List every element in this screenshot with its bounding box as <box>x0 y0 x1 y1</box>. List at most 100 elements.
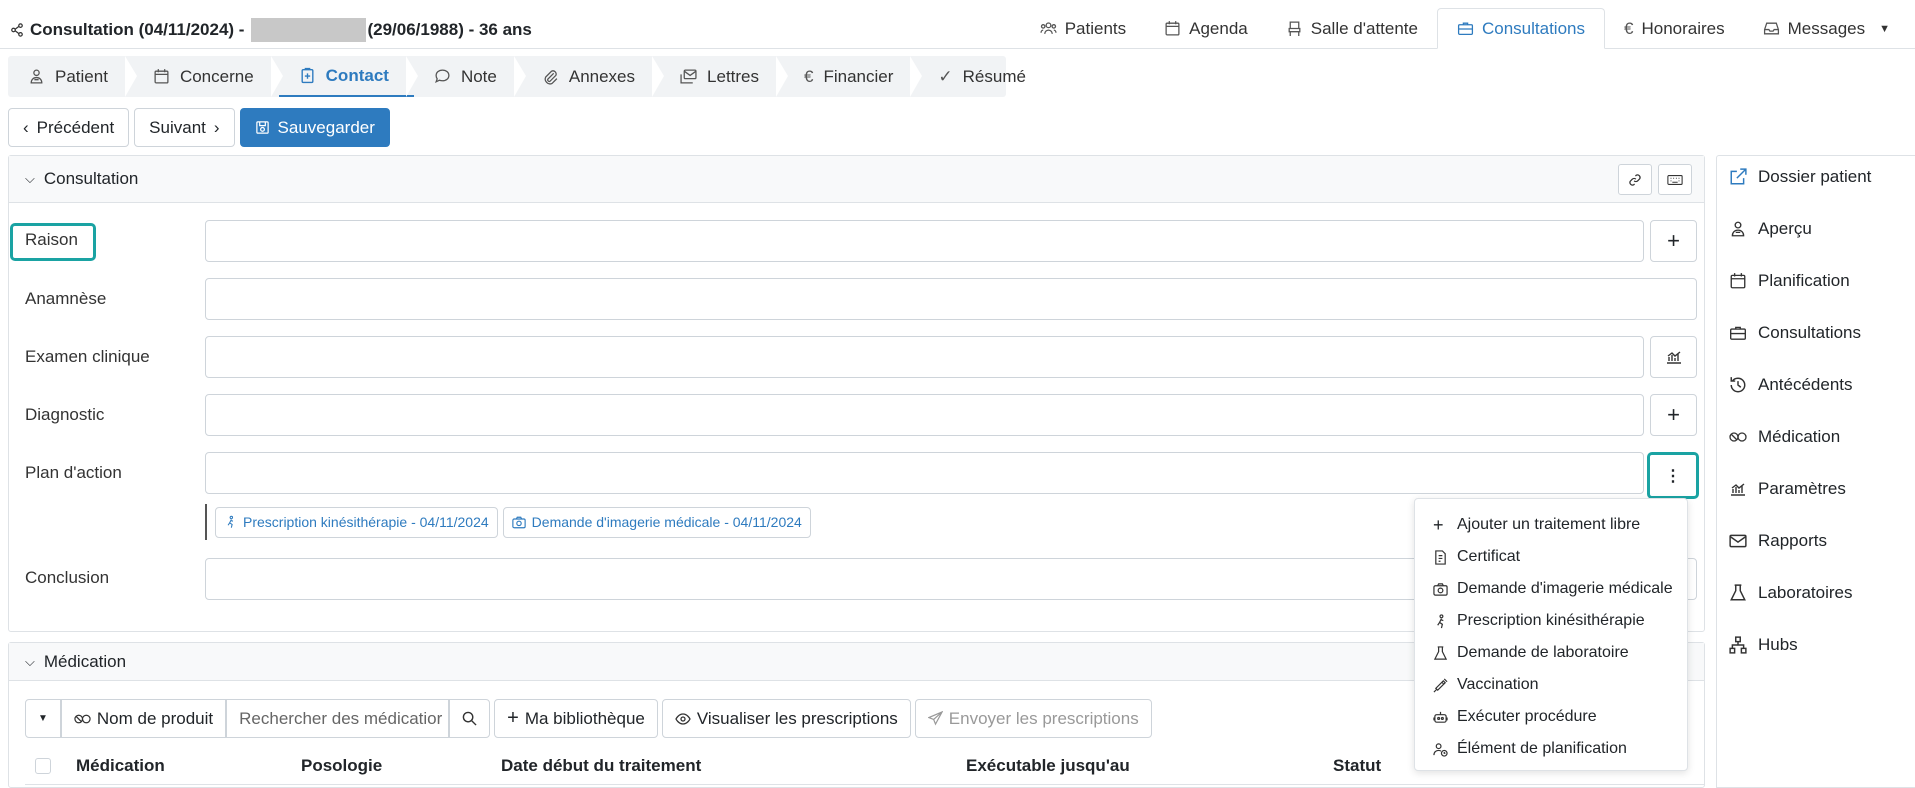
user-clock-icon <box>1433 742 1448 757</box>
menu-imaging[interactable]: Demande d'imagerie médicale <box>1415 573 1687 605</box>
nav-patients[interactable]: Patients <box>1021 8 1145 49</box>
sidebar-item-medication[interactable]: Médication <box>1729 427 1840 447</box>
diagnostic-input[interactable] <box>205 394 1644 436</box>
plan-input[interactable] <box>205 452 1644 494</box>
keyboard-button[interactable] <box>1658 164 1692 195</box>
envelopes-icon <box>680 69 697 84</box>
caret-down-icon: ▼ <box>38 713 48 724</box>
keyboard-icon <box>1667 174 1683 185</box>
send-prescriptions-button[interactable]: Envoyer les prescriptions <box>914 699 1152 738</box>
sidebar-item-apercu[interactable]: Aperçu <box>1729 219 1812 239</box>
plan-menu-button[interactable]: ⋮ <box>1647 452 1699 499</box>
sidebar-item-consultations[interactable]: Consultations <box>1729 323 1861 343</box>
previous-button[interactable]: ‹ Précédent <box>8 108 130 147</box>
robot-icon <box>1433 711 1448 723</box>
document-icon <box>1435 549 1446 565</box>
tab-financier[interactable]: € Financier <box>784 56 923 97</box>
diagnostic-add-button[interactable]: + <box>1650 394 1697 436</box>
chart-icon <box>1666 351 1681 364</box>
main-nav: Patients Agenda Salle d'attente Consulta… <box>1021 8 1909 49</box>
col-executable[interactable]: Exécutable jusqu'au <box>966 756 1333 776</box>
tab-patient[interactable]: Patient <box>8 56 137 97</box>
sidebar-item-dossier[interactable]: Dossier patient <box>1729 167 1871 187</box>
plus-icon: + <box>1667 228 1680 253</box>
examen-chart-button[interactable] <box>1650 336 1697 378</box>
diagnostic-label: Diagnostic <box>25 405 105 424</box>
history-icon <box>1730 377 1746 393</box>
sidebar-item-planification[interactable]: Planification <box>1729 271 1850 291</box>
conclusion-label: Conclusion <box>25 568 110 587</box>
title-suffix: (29/06/1988) - 36 ans <box>367 20 532 39</box>
product-name-toggle[interactable]: Nom de produit <box>60 699 227 738</box>
share-icon <box>11 23 23 37</box>
menu-physio[interactable]: Prescription kinésithérapie <box>1415 605 1687 637</box>
menu-procedure[interactable]: Exécuter procédure <box>1415 701 1687 733</box>
tab-contact[interactable]: Contact <box>278 56 419 97</box>
users-icon <box>1040 22 1057 34</box>
briefcase-icon <box>1730 326 1746 340</box>
examen-input[interactable] <box>205 336 1644 378</box>
search-type-dropdown[interactable]: ▼ <box>25 699 61 738</box>
check-icon: ✓ <box>938 66 953 86</box>
chevron-left-icon: ‹ <box>23 117 29 137</box>
col-date-debut[interactable]: Date début du traitement <box>501 756 966 776</box>
next-button[interactable]: Suivant › <box>134 108 235 147</box>
euro-icon: € <box>804 66 814 86</box>
raison-input[interactable] <box>205 220 1644 262</box>
col-statut[interactable]: Statut <box>1333 756 1381 776</box>
nav-honoraires[interactable]: € Honoraires <box>1605 8 1744 49</box>
select-all-checkbox[interactable] <box>35 757 51 774</box>
sidebar-item-antecedents[interactable]: Antécédents <box>1729 375 1853 395</box>
tab-concerne[interactable]: Concerne <box>133 56 283 97</box>
top-bar: Consultation (04/11/2024) - (29/06/1988)… <box>0 0 1915 49</box>
col-medication[interactable]: Médication <box>76 756 301 776</box>
paperclip-icon <box>544 70 558 85</box>
chevron-down-icon: ⌵ <box>25 653 35 669</box>
calendar-icon <box>154 69 169 84</box>
link-button[interactable] <box>1618 164 1652 195</box>
menu-laboratory[interactable]: Demande de laboratoire <box>1415 637 1687 669</box>
person-icon <box>30 69 43 84</box>
anamnese-input[interactable] <box>205 278 1697 320</box>
tab-resume[interactable]: ✓ Résumé <box>918 56 1055 97</box>
tab-lettres[interactable]: Lettres <box>660 56 788 97</box>
save-button[interactable]: Sauvegarder <box>239 108 390 147</box>
col-posologie[interactable]: Posologie <box>301 756 501 776</box>
action-bar: ‹ Précédent Suivant › Sauvegarder <box>8 108 390 147</box>
nav-agenda[interactable]: Agenda <box>1145 8 1267 49</box>
inbox-icon <box>1763 22 1779 35</box>
search-button[interactable] <box>449 699 491 738</box>
consultation-header[interactable]: ⌵ Consultation <box>9 156 1704 203</box>
chip-imagerie[interactable]: Demande d'imagerie médicale - 04/11/2024 <box>502 506 811 538</box>
nav-messages[interactable]: Messages ▼ <box>1744 8 1909 49</box>
raison-add-button[interactable]: + <box>1650 220 1697 262</box>
plus-icon: + <box>1667 402 1680 427</box>
camera-icon <box>1433 582 1448 596</box>
briefcase-icon <box>1457 22 1474 35</box>
tab-note[interactable]: Note <box>414 56 526 97</box>
plan-label: Plan d'action <box>25 463 122 482</box>
sidebar-item-parametres[interactable]: Paramètres <box>1729 479 1846 499</box>
nav-consultations[interactable]: Consultations <box>1436 8 1605 49</box>
medication-search-input[interactable]: Rechercher des médicatior <box>226 699 450 738</box>
page-title: Consultation (04/11/2024) - (29/06/1988)… <box>10 18 532 42</box>
person-icon <box>1731 221 1745 237</box>
chat-icon <box>434 69 450 84</box>
menu-certificate[interactable]: Certificat <box>1415 541 1687 573</box>
menu-planning-element[interactable]: Élément de planification <box>1415 733 1687 765</box>
menu-free-treatment[interactable]: + Ajouter un traitement libre <box>1415 509 1687 541</box>
view-prescriptions-button[interactable]: Visualiser les prescriptions <box>661 699 911 738</box>
camera-icon <box>511 516 526 528</box>
chip-kine[interactable]: Prescription kinésithérapie - 04/11/2024 <box>215 506 498 538</box>
more-vertical-icon: ⋮ <box>1665 467 1681 485</box>
nav-waiting-room[interactable]: Salle d'attente <box>1267 8 1437 49</box>
tab-annexes[interactable]: Annexes <box>522 56 665 97</box>
sidebar-item-laboratoires[interactable]: Laboratoires <box>1729 583 1853 603</box>
header-tools <box>1618 164 1692 195</box>
library-button[interactable]: + Ma bibliothèque <box>494 699 658 738</box>
medication-toolbar: ▼ Nom de produit Rechercher des médicati… <box>25 699 1152 738</box>
sidebar-item-rapports[interactable]: Rapports <box>1729 531 1827 551</box>
raison-label: Raison <box>25 230 78 249</box>
sidebar-item-hubs[interactable]: Hubs <box>1729 635 1798 655</box>
menu-vaccination[interactable]: Vaccination <box>1415 669 1687 701</box>
